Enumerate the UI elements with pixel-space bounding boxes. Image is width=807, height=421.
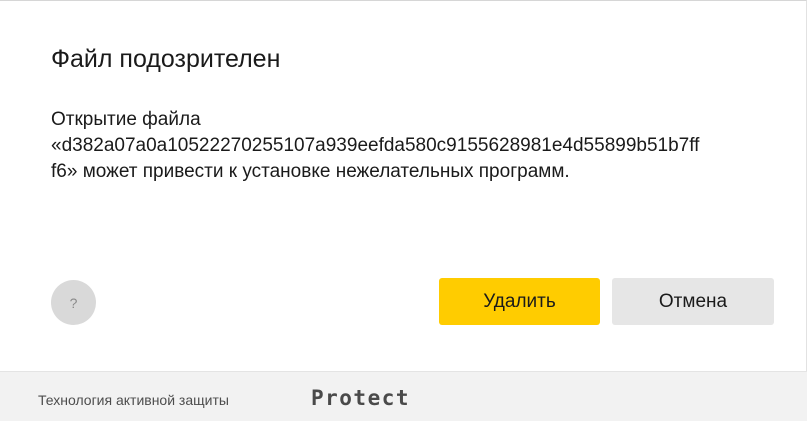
- protection-footer: Технология активной защиты Protect: [0, 371, 807, 421]
- footer-technology-text: Технология активной защиты: [38, 392, 229, 408]
- message-line: Открытие файла: [51, 109, 201, 130]
- delete-button[interactable]: Удалить: [439, 278, 600, 325]
- suspicious-file-dialog: Файл подозрителен Открытие файла «d382a0…: [0, 0, 807, 421]
- cancel-button[interactable]: Отмена: [612, 278, 774, 325]
- help-button[interactable]: ?: [51, 280, 96, 325]
- dialog-title: Файл подозрителен: [51, 45, 281, 73]
- question-mark-icon: ?: [69, 294, 78, 311]
- message-warning-line: f6» может привести к установке нежелател…: [51, 161, 570, 182]
- message-file-name-line: «d382a07a0a10522270255107a939eefda580c91…: [51, 135, 700, 156]
- protect-logo: Protect: [311, 386, 411, 410]
- dialog-message: Открытие файла «d382a07a0a10522270255107…: [51, 107, 781, 185]
